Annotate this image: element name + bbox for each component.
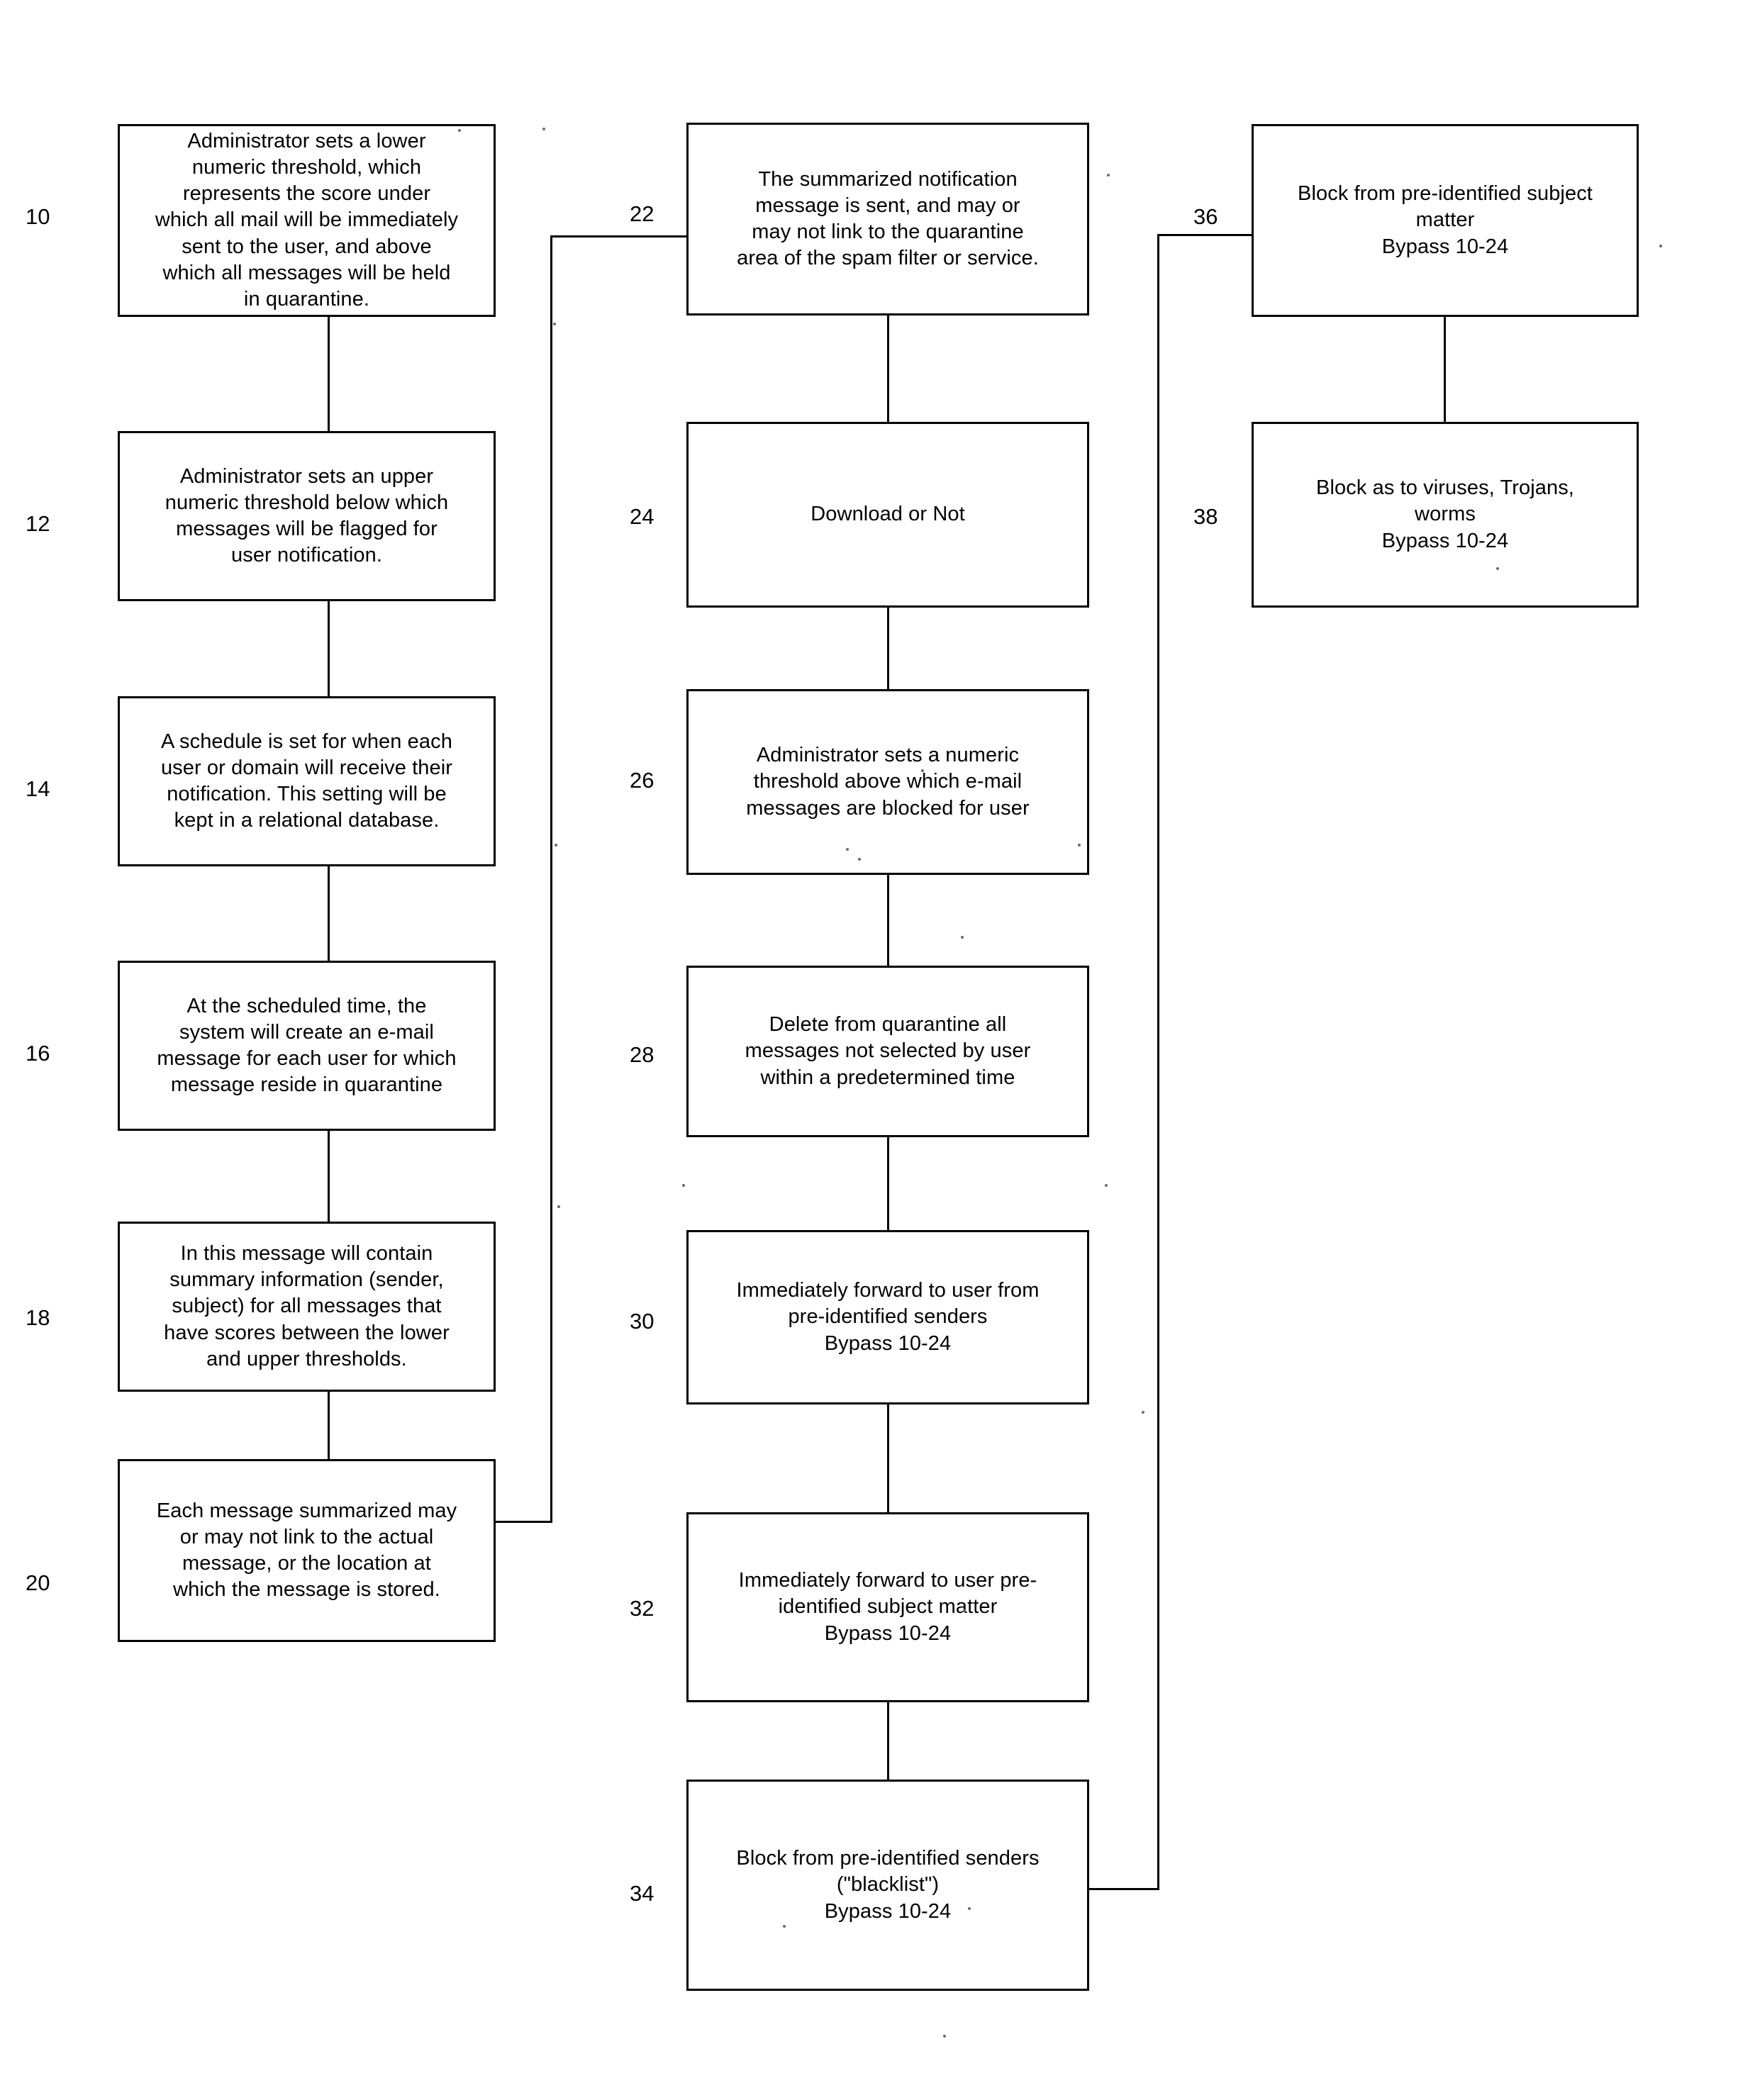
connector-34-to-36-horizontal-upper (1157, 234, 1252, 236)
flow-node-20[interactable]: Each message summarized may or may not l… (118, 1459, 496, 1642)
scan-speck (553, 323, 556, 325)
scan-speck (943, 2035, 946, 2038)
flowchart-sheet: 10 Administrator sets a lower numeric th… (0, 0, 1738, 2100)
connector-36-to-38 (1444, 317, 1446, 422)
flow-node-36[interactable]: Block from pre-identified subject matter… (1252, 124, 1639, 317)
node-ref-34: 34 (630, 1881, 654, 1906)
flow-node-36-text: Block from pre-identified subject matter… (1298, 182, 1593, 258)
flow-node-10[interactable]: Administrator sets a lower numeric thres… (118, 124, 496, 317)
connector-20-to-22-horizontal-lower (496, 1521, 552, 1523)
connector-16-to-18 (328, 1131, 330, 1222)
flow-node-22-text: The summarized notification message is s… (737, 167, 1039, 270)
flow-node-34-text: Block from pre-identified senders ("blac… (736, 1847, 1040, 1923)
node-ref-28: 28 (630, 1042, 654, 1067)
connector-20-to-22-horizontal-upper (550, 235, 687, 238)
connector-18-to-20 (328, 1392, 330, 1459)
connector-28-to-30 (887, 1137, 889, 1230)
node-ref-32: 32 (630, 1596, 654, 1621)
flow-node-20-text: Each message summarized may or may not l… (156, 1499, 457, 1602)
flow-node-38-text: Block as to viruses, Trojans, worms Bypa… (1316, 476, 1574, 552)
flow-node-38[interactable]: Block as to viruses, Trojans, worms Bypa… (1252, 422, 1639, 608)
node-ref-20: 20 (26, 1570, 50, 1595)
scan-speck (1105, 1184, 1108, 1187)
connector-20-to-22-vertical (550, 235, 552, 1523)
flow-node-22[interactable]: The summarized notification message is s… (686, 123, 1089, 315)
node-ref-22: 22 (630, 201, 654, 226)
flow-node-26-text: Administrator sets a numeric threshold a… (746, 744, 1030, 820)
scan-speck (1107, 174, 1110, 177)
flow-node-24[interactable]: Download or Not (686, 422, 1089, 608)
scan-speck (555, 844, 557, 847)
flow-node-12[interactable]: Administrator sets an upper numeric thre… (118, 431, 496, 601)
scan-speck (557, 1205, 560, 1208)
flow-node-14[interactable]: A schedule is set for when each user or … (118, 696, 496, 866)
connector-24-to-26 (887, 608, 889, 689)
scan-speck (682, 1184, 685, 1187)
scan-speck (458, 129, 461, 132)
flow-node-18[interactable]: In this message will contain summary inf… (118, 1222, 496, 1392)
flow-node-10-text: Administrator sets a lower numeric thres… (155, 130, 459, 311)
node-ref-14: 14 (26, 776, 50, 801)
scan-speck (963, 1609, 966, 1612)
flow-node-32[interactable]: Immediately forward to user pre- identif… (686, 1512, 1089, 1702)
scan-speck (783, 1925, 786, 1928)
flow-node-30[interactable]: Immediately forward to user from pre-ide… (686, 1230, 1089, 1404)
scan-speck (921, 769, 924, 772)
scan-speck (542, 128, 545, 130)
flow-node-30-text: Immediately forward to user from pre-ide… (736, 1279, 1040, 1355)
connector-32-to-34 (887, 1702, 889, 1780)
node-ref-38: 38 (1193, 504, 1218, 529)
flow-node-18-text: In this message will contain summary inf… (164, 1242, 450, 1370)
node-ref-30: 30 (630, 1309, 654, 1334)
flow-node-14-text: A schedule is set for when each user or … (160, 730, 453, 832)
flow-node-28[interactable]: Delete from quarantine all messages not … (686, 966, 1089, 1137)
connector-14-to-16 (328, 866, 330, 961)
flow-node-16[interactable]: At the scheduled time, the system will c… (118, 961, 496, 1131)
node-ref-36: 36 (1193, 204, 1218, 229)
flow-node-32-text: Immediately forward to user pre- identif… (738, 1569, 1037, 1645)
connector-34-to-36-horizontal-lower (1089, 1888, 1159, 1890)
node-ref-16: 16 (26, 1041, 50, 1066)
scan-speck (858, 858, 861, 861)
scan-speck (1659, 245, 1662, 247)
connector-34-to-36-vertical (1157, 234, 1159, 1890)
connector-30-to-32 (887, 1404, 889, 1512)
node-ref-24: 24 (630, 504, 654, 529)
connector-26-to-28 (887, 875, 889, 966)
scan-speck (968, 1907, 971, 1910)
flow-node-24-text: Download or Not (810, 503, 965, 526)
scan-speck (961, 936, 964, 939)
node-ref-18: 18 (26, 1305, 50, 1330)
flow-node-34[interactable]: Block from pre-identified senders ("blac… (686, 1780, 1089, 1991)
connector-12-to-14 (328, 601, 330, 696)
node-ref-12: 12 (26, 511, 50, 536)
flow-node-26[interactable]: Administrator sets a numeric threshold a… (686, 689, 1089, 875)
flow-node-16-text: At the scheduled time, the system will c… (157, 994, 457, 1097)
flow-node-28-text: Delete from quarantine all messages not … (745, 1013, 1031, 1089)
connector-10-to-12 (328, 317, 330, 431)
node-ref-26: 26 (630, 768, 654, 793)
scan-speck (846, 848, 849, 851)
connector-22-to-24 (887, 315, 889, 422)
scan-speck (1142, 1411, 1144, 1414)
scan-speck (1078, 844, 1081, 847)
scan-speck (1496, 567, 1499, 570)
node-ref-10: 10 (26, 204, 50, 229)
flow-node-12-text: Administrator sets an upper numeric thre… (165, 464, 449, 567)
